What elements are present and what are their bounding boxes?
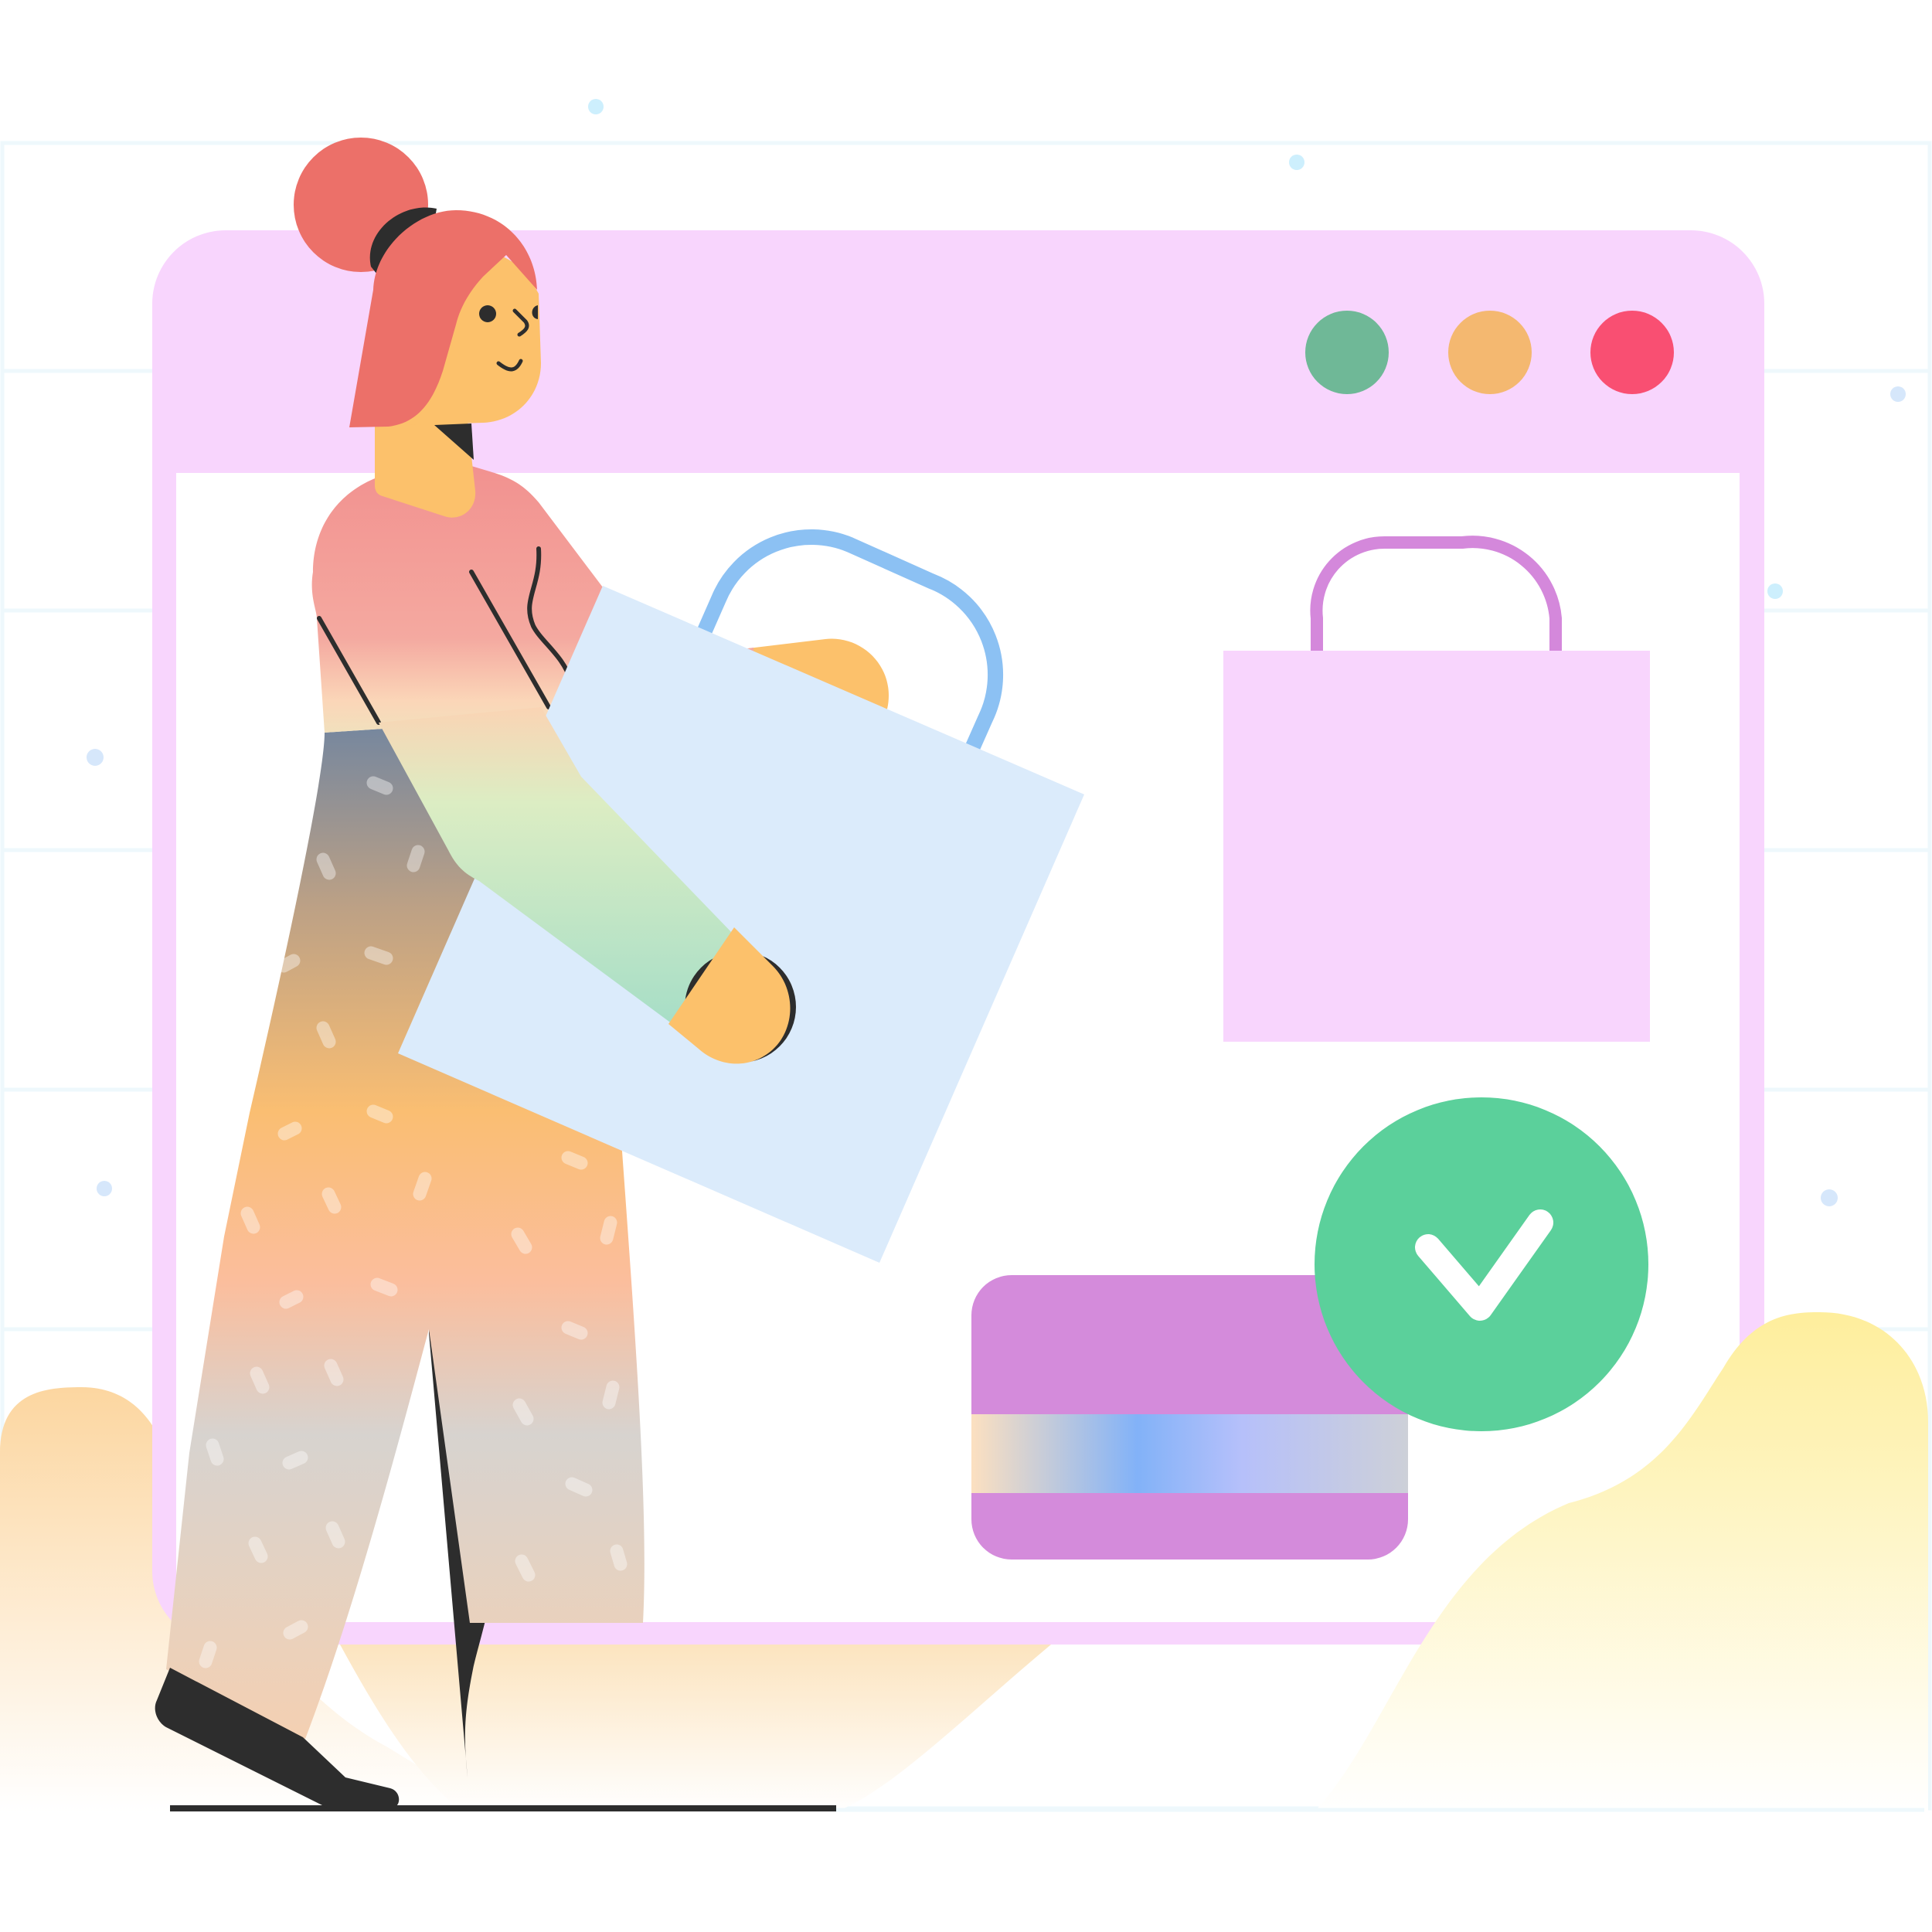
- window-control-orange-dot[interactable]: [1448, 311, 1532, 394]
- pattern-dash: [561, 1321, 588, 1340]
- pattern-dash: [199, 1641, 217, 1668]
- pattern-dash: [370, 1277, 398, 1297]
- sparkle-dot: [1821, 1189, 1838, 1206]
- pattern-dash: [364, 946, 393, 965]
- window-control-green-dot[interactable]: [1305, 311, 1389, 394]
- pattern-dash: [366, 1104, 393, 1124]
- pattern-dash: [250, 1366, 270, 1394]
- sparkle-dot: [588, 99, 604, 114]
- pattern-dash: [240, 1206, 260, 1234]
- pattern-dash: [248, 1536, 268, 1563]
- sparkle-dot: [97, 1181, 112, 1196]
- credit-card-stripe: [971, 1414, 1408, 1493]
- pattern-dash: [325, 1521, 345, 1549]
- pattern-dash: [283, 1620, 308, 1640]
- shopping-illustration: [0, 99, 1932, 1812]
- pattern-dash: [406, 845, 425, 872]
- window-control-red-dot[interactable]: [1590, 311, 1674, 394]
- pattern-dash: [515, 1554, 536, 1582]
- pattern-dash: [512, 1398, 534, 1426]
- pattern-dash: [610, 1544, 628, 1571]
- sparkle-dot: [1767, 583, 1783, 599]
- pattern-dash: [206, 1438, 224, 1466]
- pattern-dash: [600, 1216, 617, 1245]
- check-circle: [1315, 1097, 1648, 1431]
- pattern-dash: [277, 954, 301, 973]
- pattern-dash: [511, 1227, 532, 1254]
- check-circle-icon[interactable]: [1315, 1097, 1648, 1431]
- pattern-dash: [321, 1187, 342, 1214]
- pattern-dash: [279, 1290, 304, 1309]
- shopping-bag-body: [1223, 651, 1650, 1042]
- sparkle-dot: [1890, 386, 1906, 402]
- bottom-blob: [340, 1645, 1051, 1812]
- sparkle-dot: [87, 749, 104, 766]
- left-eye: [479, 305, 496, 322]
- pattern-dash: [282, 1451, 308, 1470]
- pattern-dash: [277, 1121, 302, 1141]
- pattern-dash: [324, 1359, 344, 1386]
- pattern-dash: [565, 1477, 593, 1497]
- pattern-dash: [602, 1380, 620, 1410]
- sparkle-dot: [1289, 155, 1304, 170]
- pattern-dash: [561, 1151, 588, 1170]
- pattern-dash: [366, 776, 393, 795]
- pattern-dash: [316, 1021, 336, 1049]
- pattern-dash: [316, 852, 336, 880]
- pattern-dash: [413, 1172, 432, 1201]
